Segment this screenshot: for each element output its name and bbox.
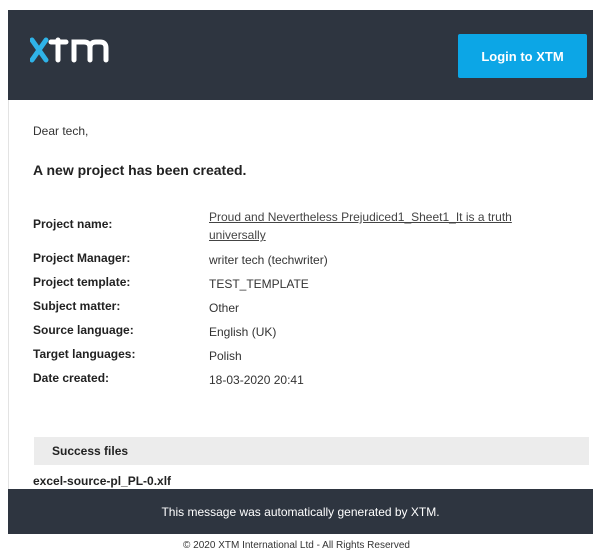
detail-label: Target languages:: [33, 347, 136, 361]
detail-label: Project name:: [33, 217, 113, 231]
headline-text: A new project has been created.: [33, 162, 247, 178]
copyright-text: © 2020 XTM International Ltd - All Right…: [183, 540, 410, 551]
email-footer: This message was automatically generated…: [8, 489, 593, 534]
login-to-xtm-button[interactable]: Login to XTM: [458, 34, 587, 78]
detail-value: 18-03-2020 20:41: [209, 373, 304, 387]
success-file-name: excel-source-pl_PL-0.xlf: [33, 474, 172, 488]
detail-label: Source language:: [33, 323, 134, 337]
detail-value: Polish: [209, 349, 242, 363]
detail-value: TEST_TEMPLATE: [209, 277, 309, 291]
detail-value: English (UK): [209, 325, 277, 339]
xtm-logo: [30, 37, 109, 63]
detail-label: Subject matter:: [33, 299, 121, 313]
email-frame: Login to XTM Dear tech, A new project ha…: [8, 10, 593, 550]
detail-label: Project template:: [33, 275, 131, 289]
greeting-text: Dear tech,: [33, 124, 89, 138]
detail-label: Date created:: [33, 371, 110, 385]
success-files-header: Success files: [34, 437, 589, 465]
email-body: Dear tech, A new project has been create…: [8, 100, 593, 490]
email-header: Login to XTM: [8, 10, 593, 100]
success-files-label: Success files: [52, 444, 129, 458]
footer-message: This message was automatically generated…: [161, 504, 440, 519]
project-name-link[interactable]: Proud and Nevertheless Prejudiced1_Sheet…: [209, 208, 569, 244]
detail-value: Other: [209, 301, 240, 315]
detail-value: writer tech (techwriter): [209, 253, 328, 267]
detail-label: Project Manager:: [33, 251, 131, 265]
